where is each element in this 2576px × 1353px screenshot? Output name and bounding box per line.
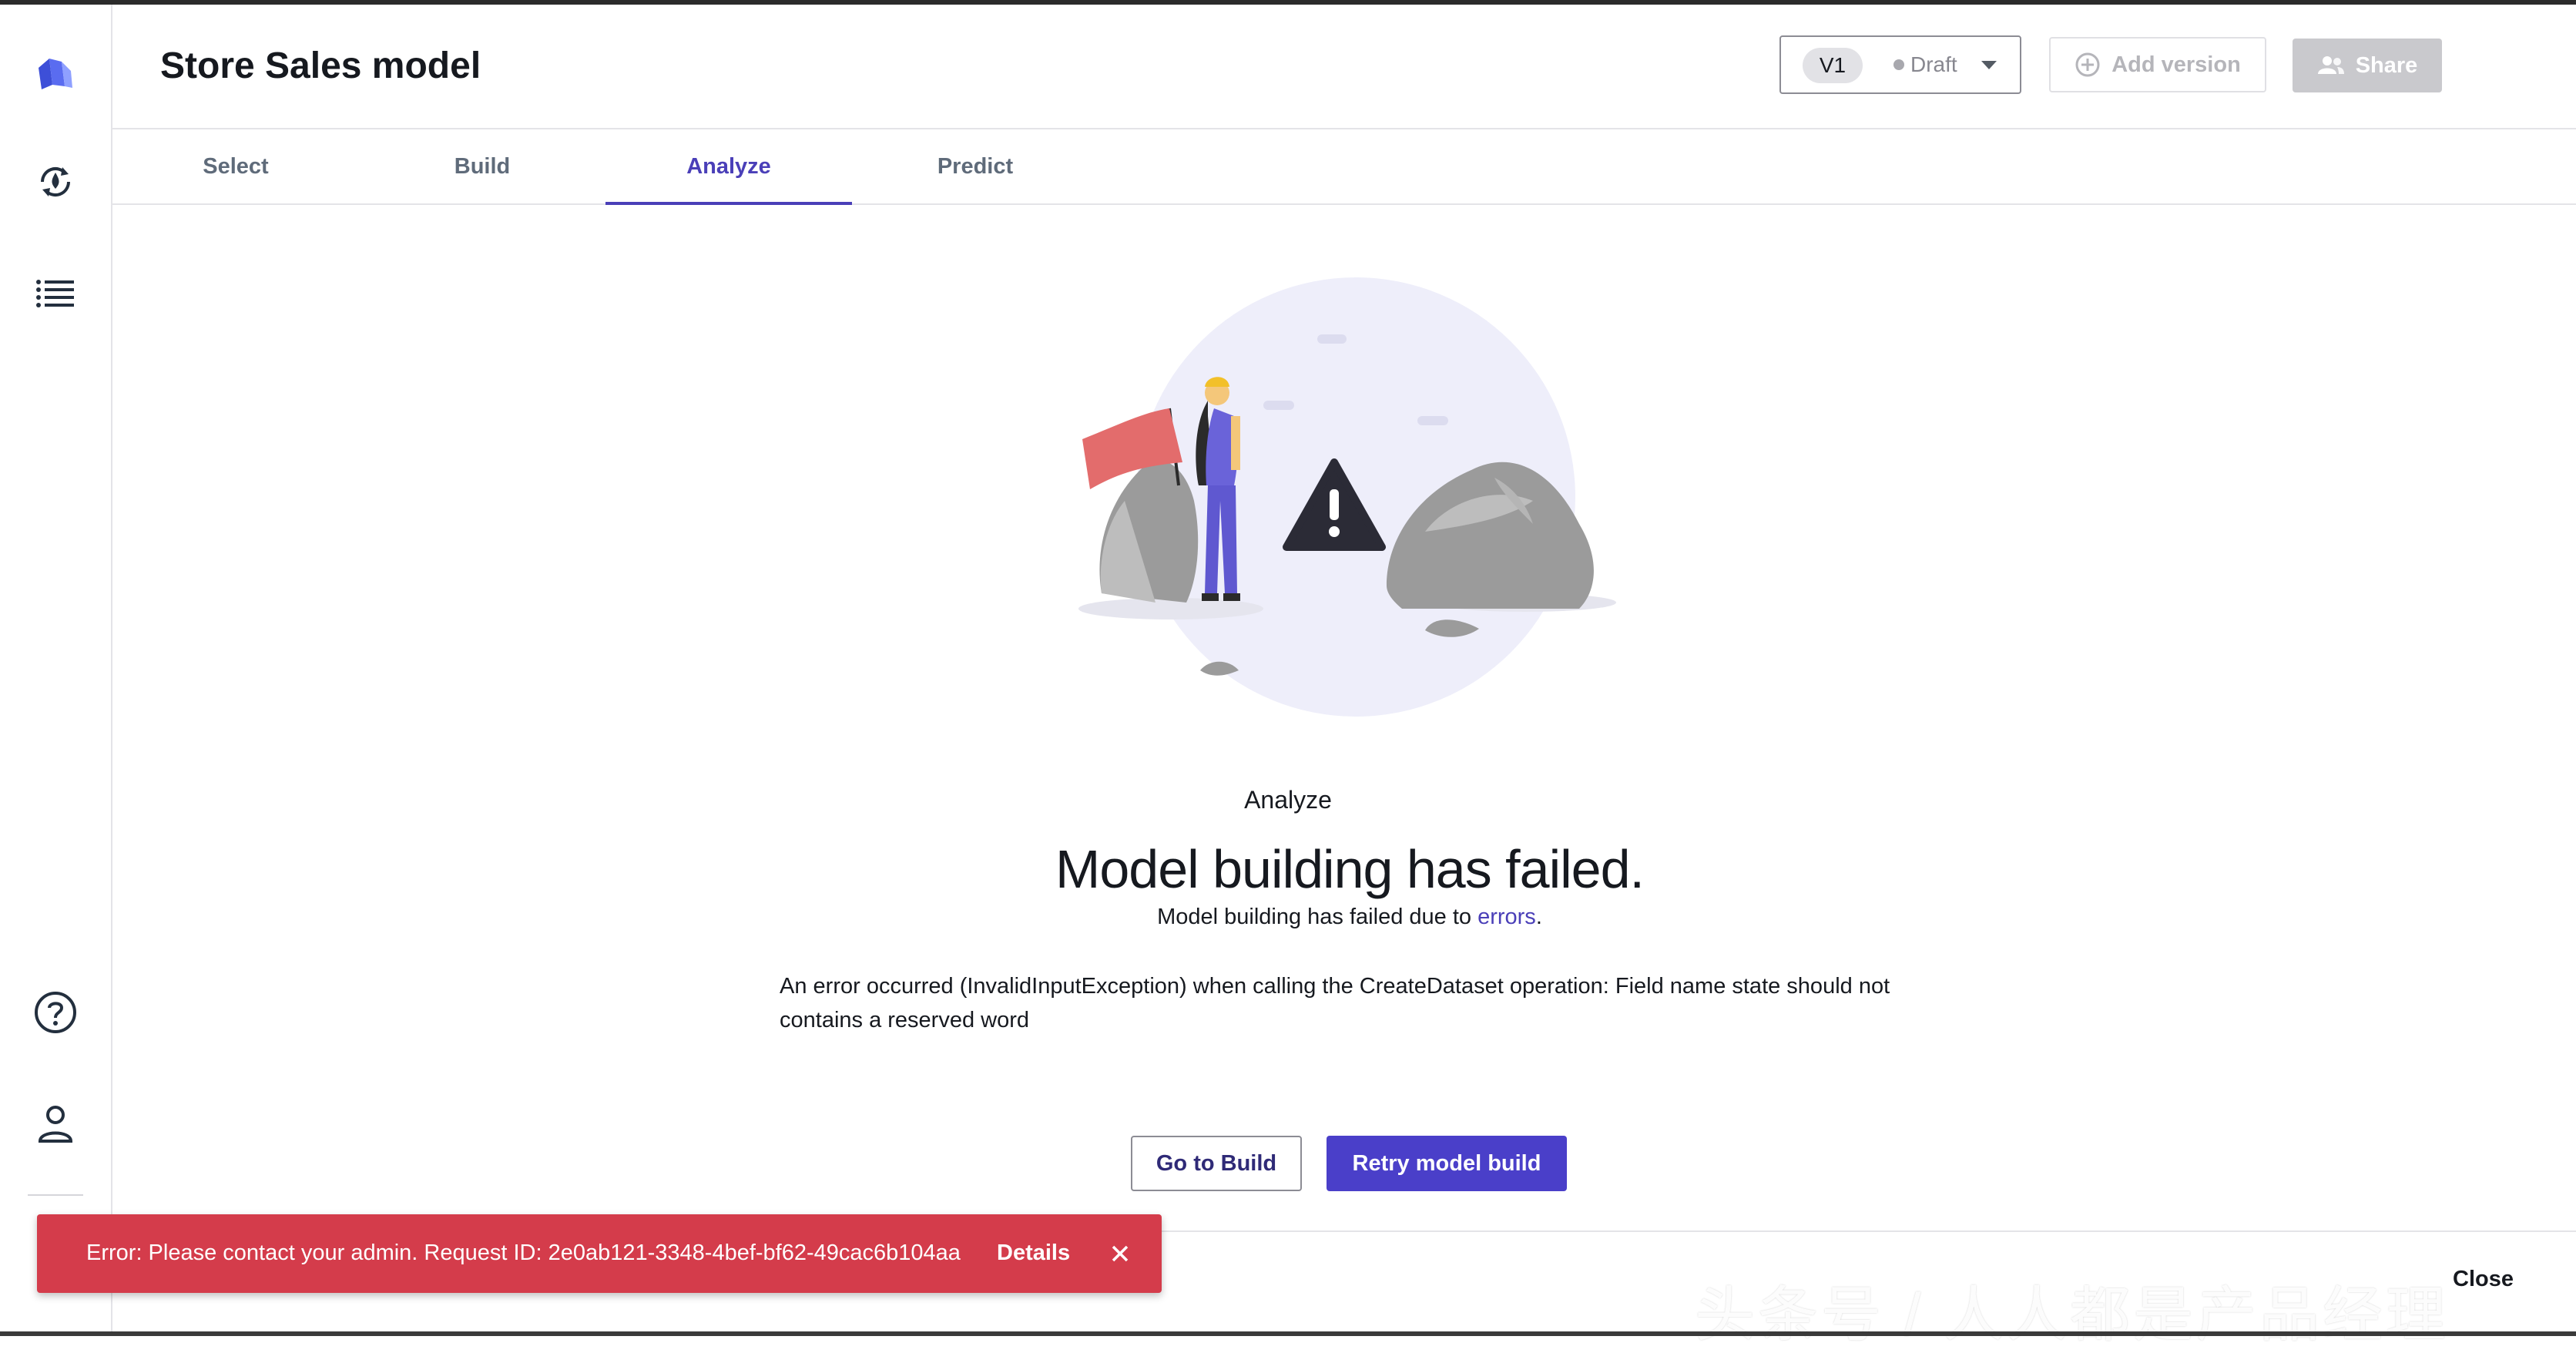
share-label: Share <box>2355 52 2418 78</box>
page-header: Store Sales model V1 Draft Add version S… <box>112 5 2576 129</box>
failure-headline: Model building has failed. <box>1055 839 1645 899</box>
model-icon[interactable] <box>29 156 82 208</box>
failure-subtext-prefix: Model building has failed due to <box>1157 905 1478 929</box>
errors-link[interactable]: errors <box>1478 905 1536 929</box>
error-message: An error occurred (InvalidInputException… <box>780 974 1890 1032</box>
failure-subtext-suffix: . <box>1535 905 1542 929</box>
toast-details-button[interactable]: Details <box>997 1241 1070 1266</box>
status-label: Draft <box>1910 52 1957 76</box>
sidebar-divider <box>28 1194 83 1196</box>
status-dot-icon <box>1893 59 1904 70</box>
sidebar <box>0 5 112 1336</box>
close-icon[interactable] <box>1106 1240 1134 1267</box>
toast-message: Error: Please contact your admin. Reques… <box>86 1241 961 1265</box>
version-badge: V1 <box>1803 48 1863 83</box>
tab-predict[interactable]: Predict <box>852 129 1098 203</box>
logo-icon[interactable] <box>29 48 82 100</box>
share-button[interactable]: Share <box>2293 39 2442 92</box>
error-toast: Error: Please contact your admin. Reques… <box>37 1214 1162 1293</box>
close-button[interactable]: Close <box>2453 1267 2514 1292</box>
chevron-down-icon <box>1981 61 1997 69</box>
add-version-button[interactable]: Add version <box>2049 37 2266 92</box>
watermark: 头条号 / 人人都是产品经理 <box>1695 1281 2450 1348</box>
people-icon <box>2317 56 2344 74</box>
window-bottom-border <box>0 1331 2576 1336</box>
help-icon[interactable] <box>29 986 82 1039</box>
page-title: Store Sales model <box>160 45 481 86</box>
user-icon[interactable] <box>29 1097 82 1150</box>
version-selector[interactable]: V1 Draft <box>1779 35 2021 94</box>
status-badge: Draft <box>1893 52 1957 77</box>
section-label: Analyze <box>1244 786 1332 814</box>
add-version-label: Add version <box>2111 52 2241 77</box>
tab-analyze[interactable]: Analyze <box>605 129 852 205</box>
tab-bar: Select Build Analyze Predict <box>112 129 2576 205</box>
plus-circle-icon <box>2075 52 2100 77</box>
go-to-build-button[interactable]: Go to Build <box>1131 1136 1302 1191</box>
list-icon[interactable] <box>29 267 82 319</box>
failure-subtext: Model building has failed due to errors. <box>0 905 2576 930</box>
tab-build[interactable]: Build <box>359 129 605 203</box>
tab-select[interactable]: Select <box>112 129 359 203</box>
retry-model-build-button[interactable]: Retry model build <box>1327 1136 1567 1191</box>
error-illustration <box>1078 277 1616 717</box>
